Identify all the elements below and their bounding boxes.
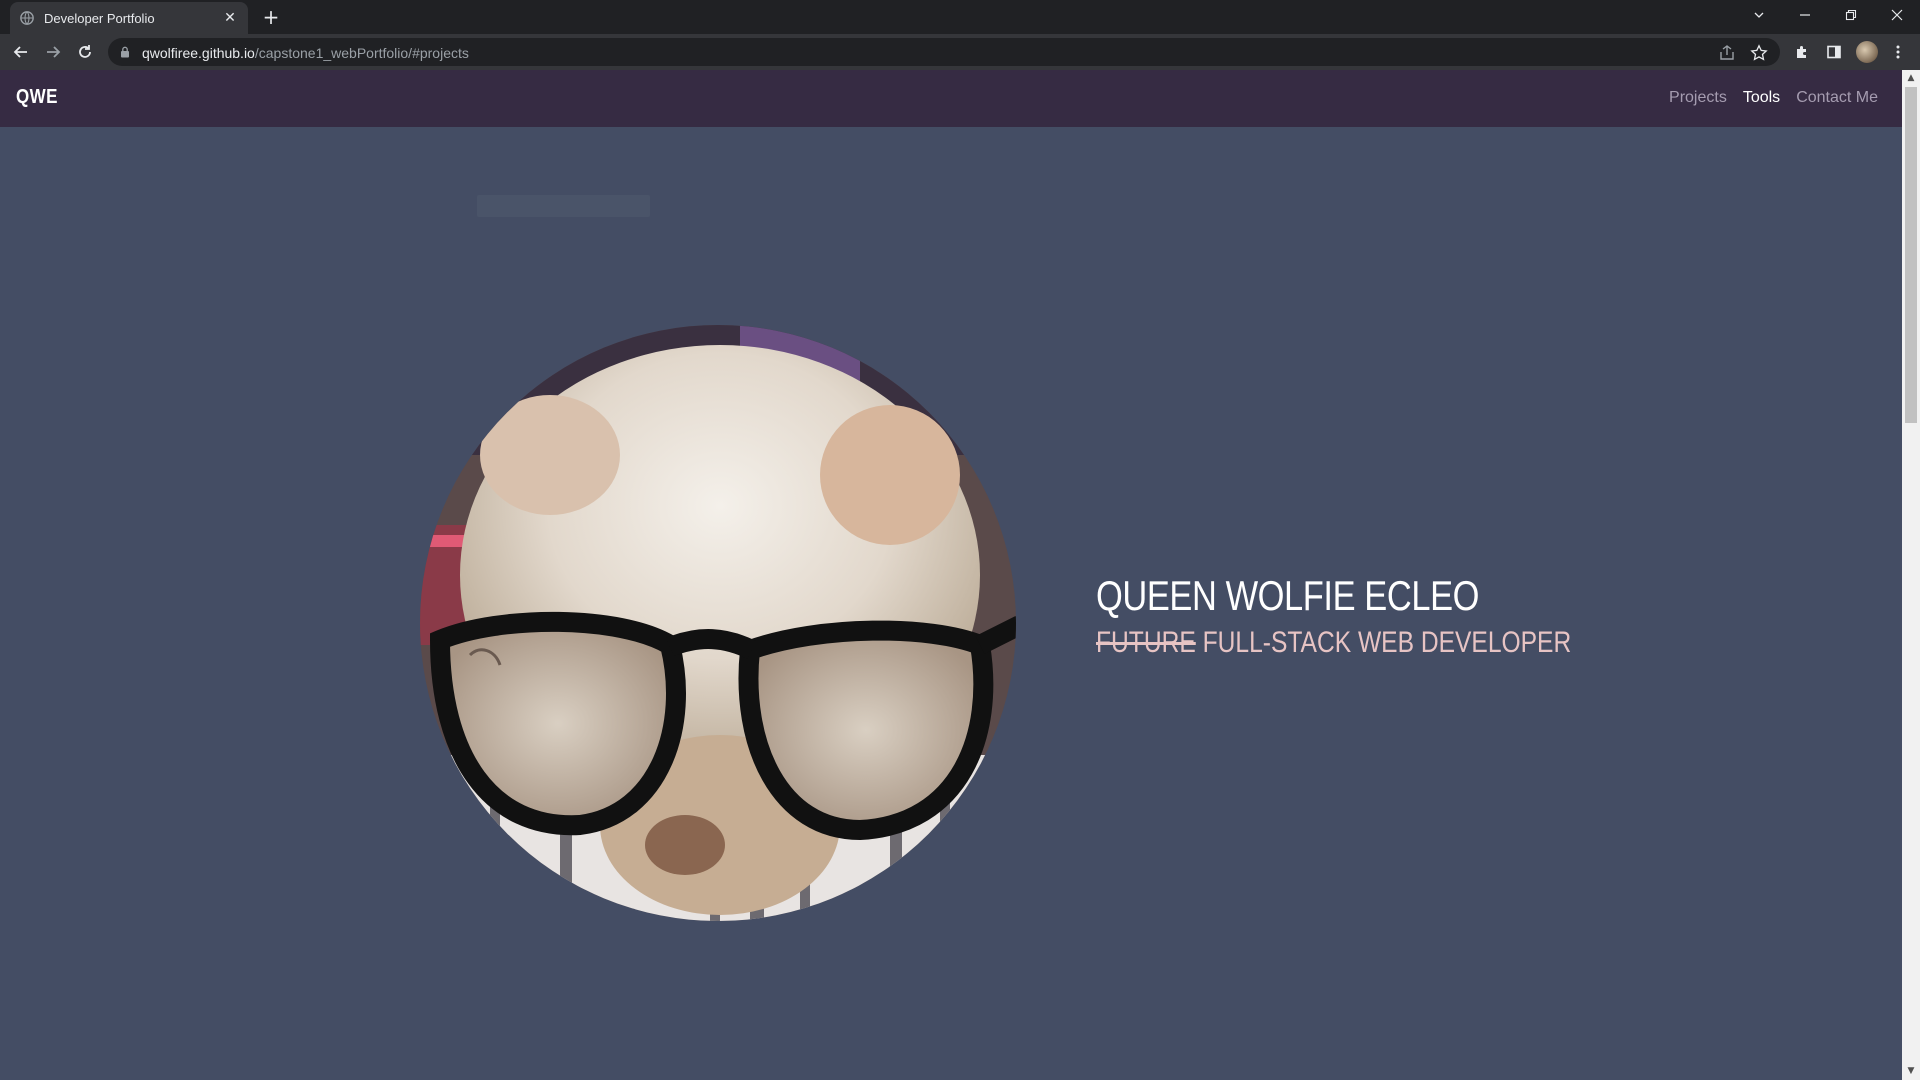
browser-tab[interactable]: Developer Portfolio ✕ [10,2,248,34]
site-brand[interactable]: QWE [16,86,58,109]
back-icon[interactable] [8,39,34,65]
url-path: /capstone1_webPortfolio/#projects [254,45,469,61]
web-page: QWE Projects Tools Contact Me QUEEN WOLF… [0,70,1902,1080]
hero-role-struck: FUTURE [1096,626,1196,659]
address-bar[interactable]: qwolfiree.github.io/capstone1_webPortfol… [108,38,1780,66]
nav-link-contact[interactable]: Contact Me [1796,89,1878,107]
lock-icon [121,46,129,58]
url-host: qwolfiree.github.io [142,45,255,61]
star-icon[interactable] [1750,44,1768,62]
forward-icon[interactable] [40,39,66,65]
nav-link-tools[interactable]: Tools [1743,89,1780,107]
reload-icon[interactable] [72,39,98,65]
chevron-down-icon[interactable] [1736,0,1782,30]
site-nav-links: Projects Tools Contact Me [1669,89,1878,107]
tab-title: Developer Portfolio [44,11,155,26]
close-icon[interactable]: ✕ [220,8,240,28]
tab-strip: Developer Portfolio ✕ + [0,0,1920,34]
scroll-down-icon[interactable]: ▼ [1902,1063,1920,1080]
url-text: qwolfiree.github.io/capstone1_webPortfol… [142,45,469,61]
menu-icon[interactable] [1886,40,1910,64]
site-navbar: QWE Projects Tools Contact Me [0,70,1902,127]
page-scrollbar[interactable]: ▲ ▼ [1902,70,1920,1080]
scrollbar-thumb[interactable] [1905,87,1917,423]
restore-icon[interactable] [1828,0,1874,30]
scroll-up-icon[interactable]: ▲ [1902,70,1920,87]
side-panel-icon[interactable] [1822,40,1846,64]
hero-role: FUTURE FULL-STACK WEB DEVELOPER [1096,626,1571,660]
hero-name: QUEEN WOLFIE ECLEO [1096,572,1480,619]
favicon-icon [20,11,34,25]
profile-photo [420,325,1016,921]
hero-text: QUEEN WOLFIE ECLEO FUTURE FULL-STACK WEB… [1096,572,1676,660]
nav-link-projects[interactable]: Projects [1669,89,1727,107]
share-icon[interactable] [1718,44,1736,62]
plus-icon[interactable]: + [259,6,283,30]
window-close-icon[interactable] [1874,0,1920,30]
profile-avatar[interactable] [1856,41,1878,63]
faded-button [477,195,650,217]
extensions-icon[interactable] [1790,40,1814,64]
hero-role-title: FULL-STACK WEB DEVELOPER [1195,626,1572,659]
browser-toolbar: qwolfiree.github.io/capstone1_webPortfol… [0,34,1920,70]
minimize-icon[interactable] [1782,0,1828,30]
